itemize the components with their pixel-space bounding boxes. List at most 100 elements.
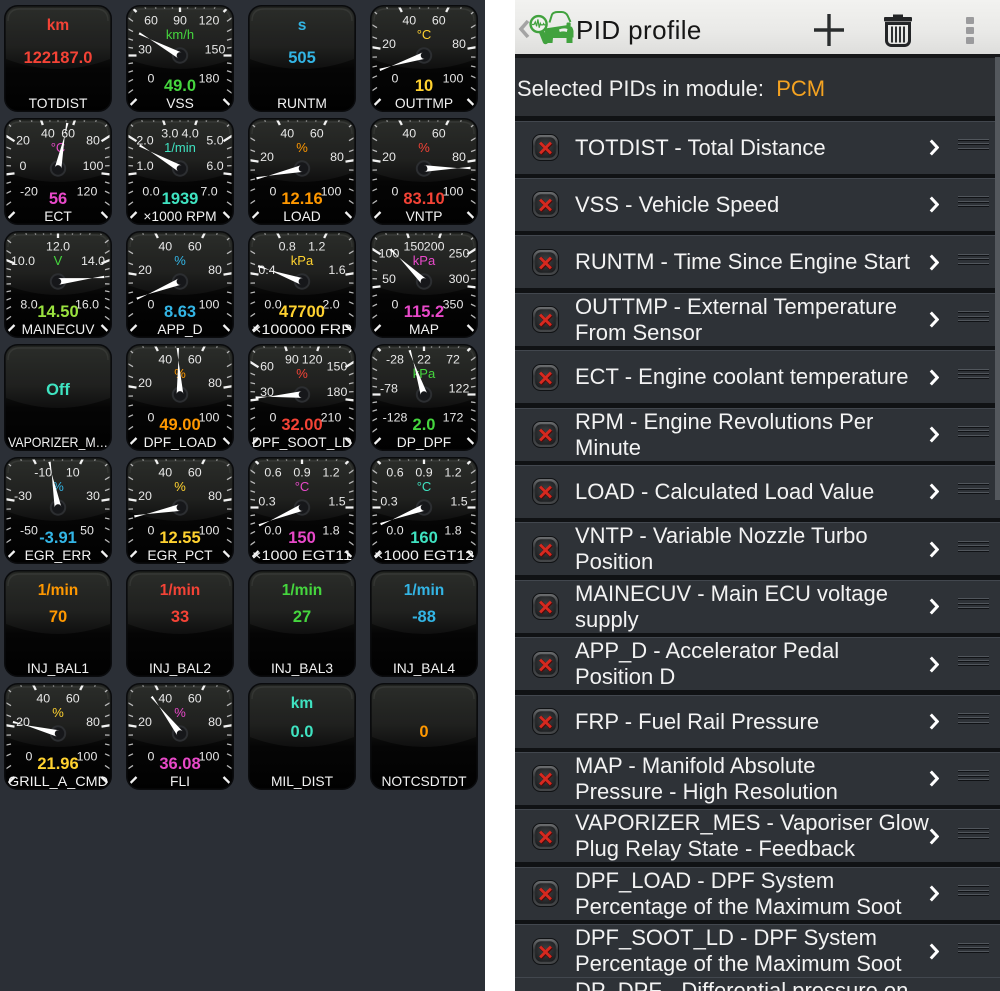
svg-text:1.2: 1.2 — [322, 465, 339, 479]
svg-text:-88: -88 — [412, 608, 436, 626]
svg-text:1.2: 1.2 — [444, 465, 461, 479]
svg-text:20: 20 — [16, 715, 30, 729]
svg-text:%: % — [174, 479, 186, 494]
svg-text:NOTCSDTDT: NOTCSDTDT — [381, 774, 467, 789]
svg-text:30: 30 — [86, 489, 100, 503]
svg-text:100: 100 — [83, 159, 104, 173]
svg-text:40: 40 — [158, 352, 172, 366]
svg-text:40: 40 — [280, 126, 294, 140]
svg-text:0.8: 0.8 — [279, 239, 296, 253]
svg-text:0: 0 — [419, 723, 428, 741]
svg-text:0.3: 0.3 — [380, 494, 397, 508]
svg-text:-20: -20 — [20, 184, 38, 198]
svg-text:60: 60 — [188, 352, 202, 366]
svg-text:12.0: 12.0 — [46, 239, 70, 253]
svg-text:s: s — [298, 17, 307, 34]
svg-text:kPa: kPa — [413, 253, 436, 268]
svg-text:1.5: 1.5 — [328, 494, 345, 508]
svg-text:0.9: 0.9 — [293, 465, 310, 479]
svg-text:0.6: 0.6 — [386, 465, 403, 479]
svg-text:100: 100 — [443, 184, 464, 198]
svg-text:115.2: 115.2 — [404, 303, 444, 321]
svg-text:150: 150 — [327, 359, 348, 373]
svg-text:3.0: 3.0 — [161, 126, 178, 140]
svg-text:20: 20 — [260, 150, 274, 164]
svg-text:1/min: 1/min — [282, 582, 322, 599]
svg-text:10: 10 — [66, 465, 80, 479]
svg-text:50: 50 — [382, 272, 396, 286]
svg-text:10: 10 — [415, 77, 433, 95]
svg-text:km: km — [291, 695, 313, 712]
svg-text:DPF_SOOT_LD: DPF_SOOT_LD — [252, 435, 352, 450]
svg-text:FLI: FLI — [170, 774, 190, 789]
svg-text:80: 80 — [86, 133, 100, 147]
svg-text:120: 120 — [199, 13, 220, 27]
svg-text:°C: °C — [417, 27, 432, 42]
svg-text:0: 0 — [148, 410, 155, 424]
svg-text:20: 20 — [382, 37, 396, 51]
svg-text:2.0: 2.0 — [322, 297, 339, 311]
svg-text:4.0: 4.0 — [182, 126, 199, 140]
svg-text:80: 80 — [452, 37, 466, 51]
svg-text:20: 20 — [138, 489, 152, 503]
svg-text:122: 122 — [449, 381, 470, 395]
svg-text:47700: 47700 — [279, 303, 325, 321]
svg-text:V: V — [54, 253, 63, 268]
svg-text:100: 100 — [443, 71, 464, 85]
svg-text:EGR_PCT: EGR_PCT — [147, 548, 213, 563]
svg-text:505: 505 — [288, 49, 316, 67]
svg-text:APP_D: APP_D — [157, 322, 202, 337]
svg-text:VNTP: VNTP — [406, 209, 443, 224]
svg-text:DP_DPF: DP_DPF — [397, 435, 451, 450]
svg-text:172: 172 — [443, 410, 464, 424]
svg-text:33: 33 — [171, 608, 189, 626]
svg-text:56: 56 — [49, 190, 67, 208]
svg-text:0.0: 0.0 — [142, 184, 159, 198]
svg-text:0.9: 0.9 — [415, 465, 432, 479]
svg-text:%: % — [174, 705, 186, 720]
svg-text:40: 40 — [36, 691, 50, 705]
svg-text:1/min: 1/min — [38, 582, 78, 599]
svg-text:0: 0 — [392, 184, 399, 198]
svg-text:21.96: 21.96 — [37, 755, 78, 773]
svg-text:20: 20 — [138, 376, 152, 390]
svg-text:60: 60 — [61, 126, 75, 140]
svg-text:1.6: 1.6 — [328, 263, 345, 277]
svg-text:80: 80 — [86, 715, 100, 729]
svg-text:122187.0: 122187.0 — [24, 49, 93, 67]
svg-text:50: 50 — [80, 523, 94, 537]
svg-text:%: % — [174, 253, 186, 268]
svg-text:0.0: 0.0 — [264, 523, 281, 537]
svg-text:1/min: 1/min — [164, 140, 196, 155]
svg-text:100: 100 — [77, 749, 98, 763]
svg-text:0: 0 — [270, 410, 277, 424]
svg-text:100: 100 — [321, 184, 342, 198]
svg-text:kPa: kPa — [291, 253, 314, 268]
svg-text:0: 0 — [148, 523, 155, 537]
svg-text:8.63: 8.63 — [164, 303, 196, 321]
svg-text:150: 150 — [288, 529, 316, 547]
svg-text:27: 27 — [293, 608, 311, 626]
svg-text:100: 100 — [199, 523, 220, 537]
svg-text:72: 72 — [446, 352, 460, 366]
svg-text:20: 20 — [382, 150, 396, 164]
svg-text:150: 150 — [404, 239, 425, 253]
svg-text:1.8: 1.8 — [444, 523, 461, 537]
svg-text:MAINECUV: MAINECUV — [22, 322, 96, 337]
svg-text:km: km — [47, 17, 69, 34]
svg-text:1/min: 1/min — [404, 582, 444, 599]
svg-text:7.0: 7.0 — [200, 184, 217, 198]
svg-text:100: 100 — [199, 410, 220, 424]
svg-text:INJ_BAL1: INJ_BAL1 — [27, 661, 89, 676]
svg-text:120: 120 — [77, 184, 98, 198]
svg-text:-10: -10 — [34, 465, 52, 479]
svg-text:40: 40 — [158, 691, 172, 705]
svg-text:60: 60 — [310, 126, 324, 140]
svg-text:200: 200 — [424, 239, 445, 253]
svg-text:Off: Off — [46, 381, 70, 399]
svg-text:INJ_BAL2: INJ_BAL2 — [149, 661, 211, 676]
svg-text:5.0: 5.0 — [206, 133, 223, 147]
svg-text:2.0: 2.0 — [136, 133, 153, 147]
svg-text:1.8: 1.8 — [322, 523, 339, 537]
svg-text:0.4: 0.4 — [258, 263, 275, 277]
